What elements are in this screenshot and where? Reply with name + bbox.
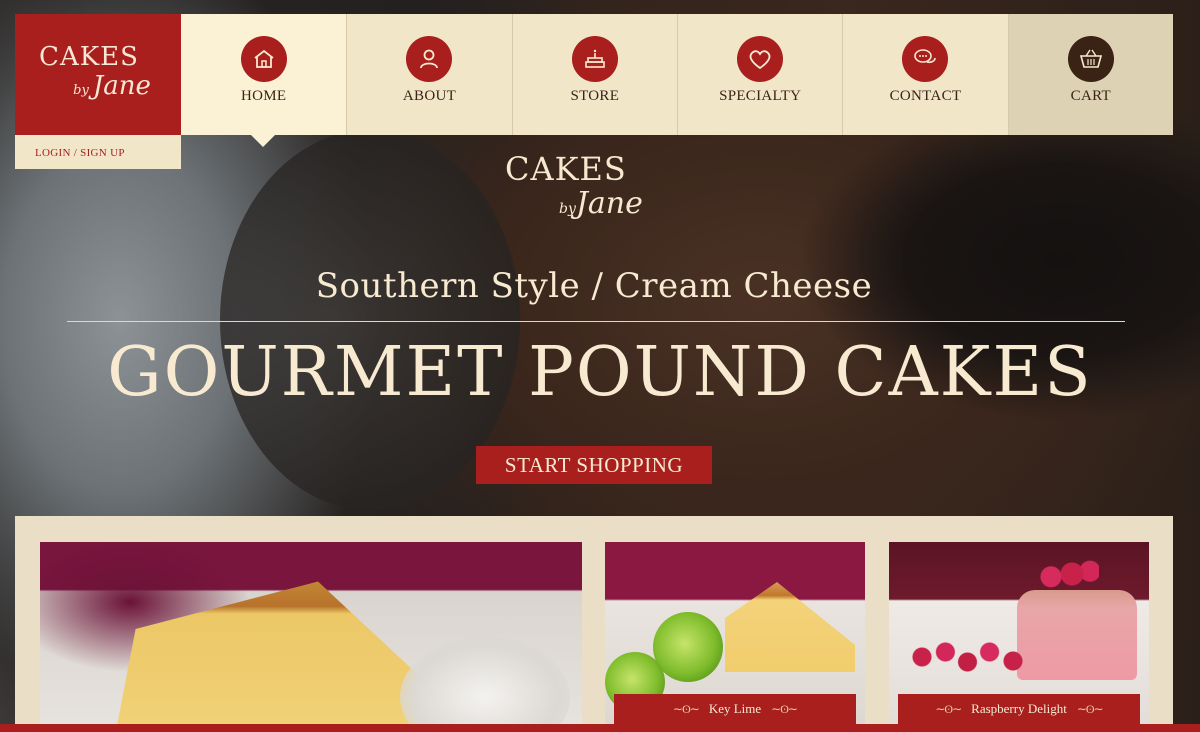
- hero-divider: [67, 321, 1125, 322]
- hero-title: GOURMET POUND CAKES: [107, 333, 1093, 412]
- basket-icon: [1067, 36, 1114, 82]
- pound-cake-slice: [110, 581, 430, 732]
- logo-script: by Jane: [73, 72, 151, 105]
- main-nav: HOME ABOUT STORE SPECIALTY CONTACT CART: [181, 14, 1173, 147]
- hero-plate-shadow: [220, 130, 520, 510]
- featured-cake-image[interactable]: [40, 542, 582, 732]
- product-label-raspberry-delight[interactable]: ∼ʘ∼ Raspberry Delight ∼ʘ∼: [898, 694, 1140, 724]
- raspberry-topping: [1039, 560, 1099, 588]
- raspberries: [909, 632, 1039, 682]
- nav-item-home[interactable]: HOME: [181, 14, 347, 147]
- flourish-icon: ∼ʘ∼: [935, 701, 962, 716]
- nav-label-about: ABOUT: [402, 88, 457, 104]
- nav-item-specialty[interactable]: SPECIALTY: [676, 14, 843, 135]
- nav-label-store: STORE: [570, 88, 620, 104]
- nav-label-contact: CONTACT: [889, 88, 962, 104]
- logo-word: CAKES: [39, 42, 139, 72]
- person-icon: [406, 36, 453, 82]
- featured-products: ∼ʘ∼ Key Lime ∼ʘ∼ ∼ʘ∼ Raspberry Delight ∼…: [15, 516, 1173, 732]
- hero-logo: CAKES byJane: [505, 152, 685, 262]
- hero-logo-script: byJane: [559, 186, 685, 227]
- product-name: Raspberry Delight: [971, 701, 1067, 716]
- product-label-key-lime[interactable]: ∼ʘ∼ Key Lime ∼ʘ∼: [614, 694, 856, 724]
- hero-subtitle: Southern Style / Cream Cheese: [315, 266, 873, 306]
- key-lime-cake-slice: [725, 582, 855, 672]
- hero-logo-name: Jane: [575, 186, 643, 221]
- start-shopping-button[interactable]: START SHOPPING: [476, 446, 712, 484]
- logo-by: by: [73, 83, 89, 98]
- nav-item-store[interactable]: STORE: [511, 14, 677, 135]
- lime-fruit: [653, 612, 723, 682]
- heart-icon: [737, 36, 784, 82]
- chat-bubbles-icon: [902, 36, 949, 82]
- flourish-icon: ∼ʘ∼: [673, 701, 700, 716]
- hero-logo-by: by: [559, 201, 576, 217]
- nav-label-cart: CART: [1070, 88, 1111, 104]
- active-pointer: [251, 135, 275, 147]
- product-name: Key Lime: [708, 701, 762, 716]
- flourish-icon: ∼ʘ∼: [771, 701, 798, 716]
- logo-name: Jane: [92, 71, 151, 101]
- birthday-cake-icon: [571, 36, 618, 82]
- bottom-accent-stripe: [0, 724, 1200, 732]
- product-card-key-lime[interactable]: ∼ʘ∼ Key Lime ∼ʘ∼: [605, 542, 865, 732]
- nav-label-specialty: SPECIALTY: [719, 88, 802, 104]
- nav-item-contact[interactable]: CONTACT: [842, 14, 1008, 135]
- home-icon: [240, 36, 287, 82]
- site-logo[interactable]: CAKES by Jane: [15, 14, 181, 135]
- product-card-raspberry-delight[interactable]: ∼ʘ∼ Raspberry Delight ∼ʘ∼: [889, 542, 1149, 732]
- nav-item-about[interactable]: ABOUT: [346, 14, 512, 135]
- flour-pile: [400, 637, 570, 732]
- nav-item-cart[interactable]: CART: [1007, 14, 1173, 135]
- hero-logo-word: CAKES: [505, 150, 627, 188]
- login-signup-link[interactable]: LOGIN / SIGN UP: [15, 135, 181, 169]
- nav-label-home: HOME: [240, 88, 287, 104]
- flourish-icon: ∼ʘ∼: [1076, 701, 1104, 716]
